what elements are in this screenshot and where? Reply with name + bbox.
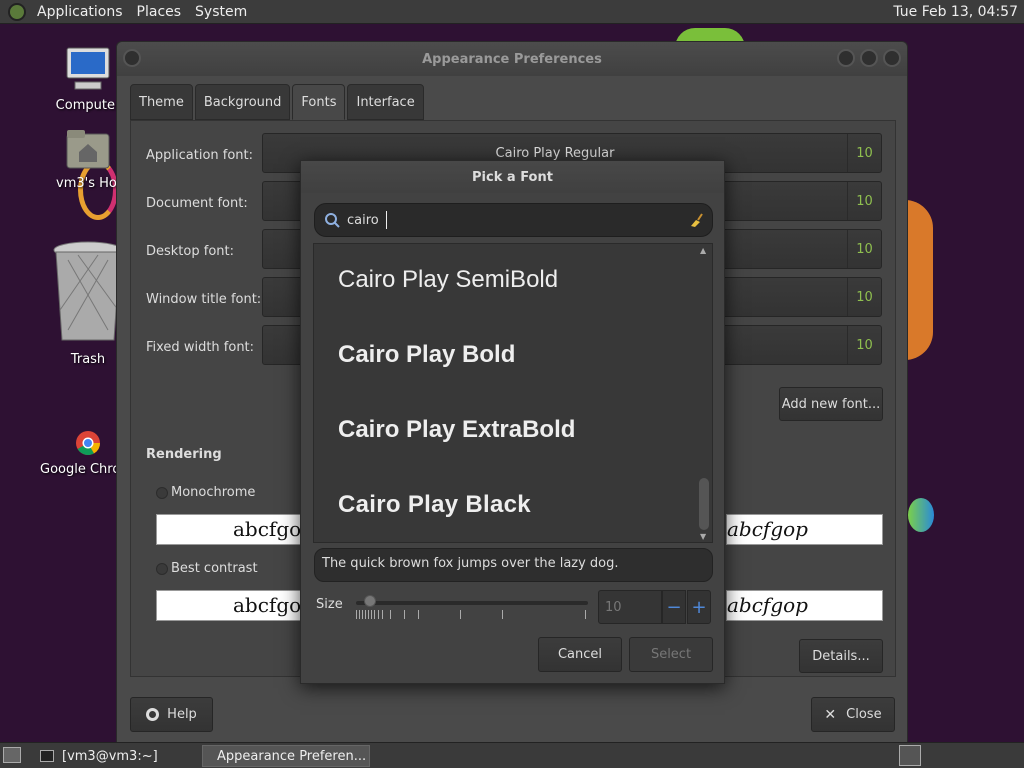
preview-text: abcfgop <box>727 517 808 541</box>
cancel-button[interactable]: Cancel <box>538 637 622 672</box>
wallpaper-blob-blue <box>908 498 934 532</box>
help-label: Help <box>167 707 197 722</box>
menu-system[interactable]: System <box>188 4 254 20</box>
computer-icon <box>66 47 110 90</box>
distro-logo-icon[interactable] <box>8 2 26 21</box>
bottom-panel: [vm3@vm3:~] Appearance Preferen... <box>0 742 1024 768</box>
size-label: Size <box>316 597 343 612</box>
window-menu-button[interactable] <box>123 49 141 67</box>
maximize-button[interactable] <box>860 49 878 67</box>
task-label: Appearance Preferen... <box>217 748 367 764</box>
tab-interface[interactable]: Interface <box>347 84 424 120</box>
scroll-down-icon[interactable]: ▼ <box>700 532 706 541</box>
scroll-up-icon[interactable]: ▲ <box>700 246 706 255</box>
close-button[interactable]: ✕ Close <box>811 697 895 732</box>
size-decrease-button[interactable]: − <box>662 590 686 624</box>
taskbar-item-appearance[interactable]: Appearance Preferen... <box>202 745 370 767</box>
font-size-value: 10 <box>847 134 881 172</box>
font-list-item[interactable]: Cairo Play Bold <box>338 341 515 369</box>
tab-bar: Theme Background Fonts Interface <box>130 84 426 120</box>
best-contrast-preview-right: abcfgop <box>726 590 883 621</box>
preview-text: abcfgop <box>233 517 301 541</box>
best-contrast-radio[interactable] <box>156 563 168 575</box>
desktop-icon-label: vm3's Home <box>56 176 120 191</box>
preview-text: abcfgop <box>727 593 808 617</box>
font-list-item[interactable]: Cairo Play ExtraBold <box>338 416 575 444</box>
show-desktop-icon[interactable] <box>3 747 21 763</box>
workspace-switcher[interactable] <box>899 745 921 766</box>
scrollbar-thumb[interactable] <box>699 478 709 530</box>
search-icon <box>325 213 340 228</box>
monochrome-preview-right: abcfgop <box>726 514 883 545</box>
font-list[interactable]: Cairo Play SemiBold Cairo Play Bold Cair… <box>313 243 713 543</box>
monochrome-label[interactable]: Monochrome <box>171 485 255 500</box>
size-increase-button[interactable]: + <box>687 590 711 624</box>
top-panel: Applications Places System Tue Feb 13, 0… <box>0 0 1024 24</box>
menu-applications[interactable]: Applications <box>30 4 130 20</box>
desktop-font-label: Desktop font: <box>146 244 234 259</box>
best-contrast-label[interactable]: Best contrast <box>171 561 258 576</box>
application-font-label: Application font: <box>146 148 254 163</box>
document-font-label: Document font: <box>146 196 248 211</box>
close-label: Close <box>846 707 882 722</box>
clock[interactable]: Tue Feb 13, 04:57 <box>893 4 1024 20</box>
select-button[interactable]: Select <box>629 637 713 672</box>
size-slider[interactable] <box>356 601 588 605</box>
list-scrollbar[interactable]: ▲ ▼ <box>698 246 710 542</box>
font-size-value: 10 <box>847 278 881 316</box>
monochrome-preview[interactable]: abcfgop <box>156 514 301 545</box>
font-button-value: Cairo Play Regular <box>495 146 615 161</box>
add-new-font-button[interactable]: Add new font... <box>779 387 883 421</box>
font-size-value: 10 <box>847 182 881 220</box>
pick-a-font-dialog: Pick a Font cairo Cairo Play SemiBold Ca… <box>300 160 725 684</box>
text-cursor <box>386 211 387 229</box>
preview-text: abcfgop <box>233 593 301 617</box>
window-title: Appearance Preferences <box>422 51 602 67</box>
window-titlebar[interactable]: Appearance Preferences <box>117 42 907 76</box>
dialog-title[interactable]: Pick a Font <box>301 161 724 193</box>
font-size-value: 10 <box>847 230 881 268</box>
tab-background[interactable]: Background <box>194 84 291 120</box>
menu-places[interactable]: Places <box>130 4 189 20</box>
best-contrast-preview[interactable]: abcfgop <box>156 590 301 621</box>
font-list-item[interactable]: Cairo Play Black <box>338 491 531 519</box>
taskbar-item-terminal[interactable]: [vm3@vm3:~] <box>34 745 198 767</box>
chrome-icon <box>76 431 100 456</box>
preview-text-entry[interactable]: The quick brown fox jumps over the lazy … <box>314 548 713 582</box>
tab-fonts[interactable]: Fonts <box>292 84 346 120</box>
size-input[interactable]: 10 <box>598 590 662 624</box>
size-slider-knob[interactable] <box>364 595 376 607</box>
font-search-input[interactable]: cairo <box>314 203 713 237</box>
home-folder-icon <box>66 130 110 169</box>
help-icon <box>146 708 160 721</box>
details-button[interactable]: Details... <box>799 639 883 673</box>
size-slider-ticks <box>356 610 588 620</box>
terminal-icon <box>40 750 54 762</box>
search-value: cairo <box>347 213 379 228</box>
fixed-width-font-label: Fixed width font: <box>146 340 255 355</box>
desktop-icon-label: Google Chrome <box>40 462 120 477</box>
rendering-heading: Rendering <box>146 447 222 462</box>
clear-search-icon[interactable] <box>688 212 704 228</box>
window-title-font-label: Window title font: <box>146 292 262 307</box>
tab-theme[interactable]: Theme <box>130 84 193 120</box>
monochrome-radio[interactable] <box>156 487 168 499</box>
window-close-button[interactable] <box>883 49 901 67</box>
minimize-button[interactable] <box>837 49 855 67</box>
help-button[interactable]: Help <box>130 697 213 732</box>
font-list-item[interactable]: Cairo Play SemiBold <box>338 266 558 294</box>
wallpaper-blob-orange <box>905 200 933 360</box>
task-label: [vm3@vm3:~] <box>62 748 158 764</box>
font-size-value: 10 <box>847 326 881 364</box>
close-icon: ✕ <box>824 706 837 723</box>
